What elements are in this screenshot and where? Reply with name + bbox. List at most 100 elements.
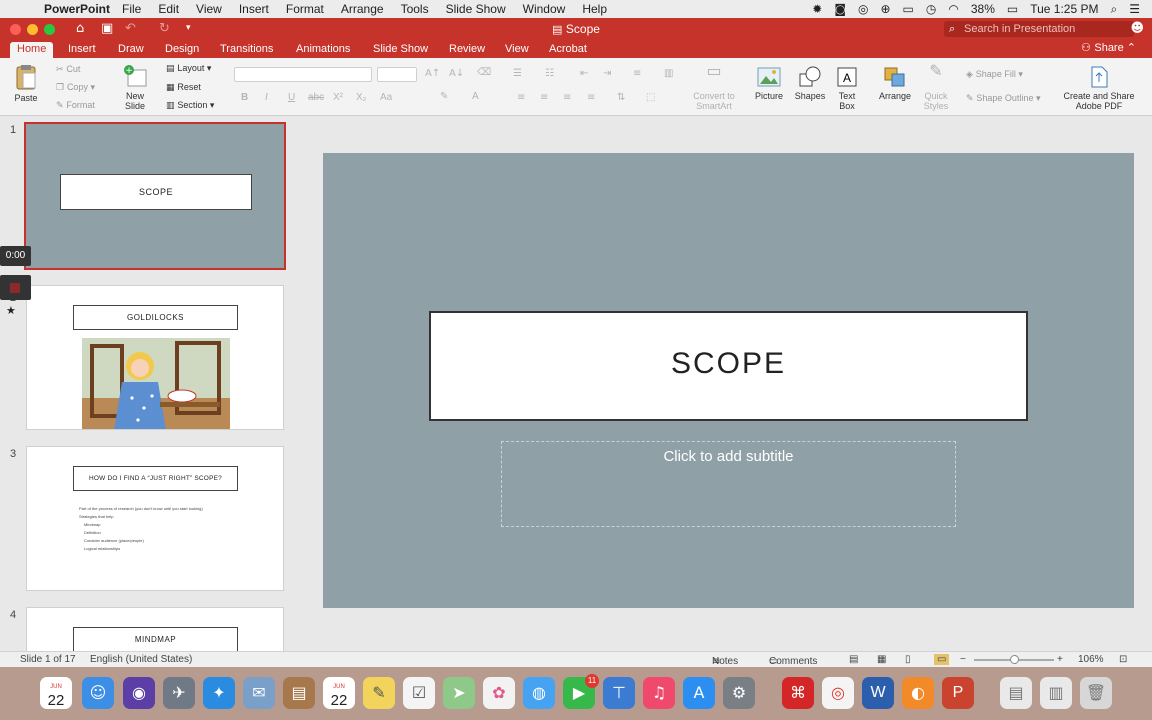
contacts-icon[interactable]: ▤ <box>283 677 315 709</box>
acrobat-icon[interactable]: ⌘ <box>782 677 814 709</box>
zoom-slider-thumb[interactable] <box>1010 655 1019 664</box>
arrange-button[interactable]: Arrange <box>875 66 915 101</box>
text-box-button[interactable]: A Text Box <box>831 66 863 111</box>
decrease-font-icon[interactable]: A↓ <box>449 68 464 79</box>
menu-file[interactable]: File <box>122 2 141 16</box>
thumbnail-slide-3[interactable]: HOW DO I FIND A “JUST RIGHT” SCOPE? Part… <box>26 446 284 591</box>
tab-slide-show[interactable]: Slide Show <box>366 42 435 58</box>
align-text-icon[interactable]: ⬚ <box>646 92 655 103</box>
copy-button[interactable]: ❐ Copy ▾ <box>56 82 95 93</box>
fit-to-window-icon[interactable]: ⊡ <box>1119 654 1127 665</box>
calendar-app-icon-2[interactable]: JUN 22 <box>323 677 355 709</box>
document-stack-icon[interactable]: ▤ <box>1000 677 1032 709</box>
cut-button[interactable]: ✂ Cut <box>56 64 80 75</box>
section-button[interactable]: ▥ Section ▾ <box>166 100 214 111</box>
sync-icon[interactable]: ⊕ <box>880 2 890 16</box>
tab-design[interactable]: Design <box>158 42 206 58</box>
picture-button[interactable]: Picture <box>751 66 787 101</box>
menu-format[interactable]: Format <box>286 2 324 16</box>
share-button[interactable]: ⚇ Share ⌃ <box>1081 41 1136 54</box>
notes-app-icon[interactable]: ✎ <box>363 677 395 709</box>
photos-icon[interactable]: ✿ <box>483 677 515 709</box>
tab-acrobat[interactable]: Acrobat <box>542 42 594 58</box>
thumbnail-slide-4[interactable]: MINDMAP <box>26 607 284 651</box>
align-right-icon[interactable]: ≡ <box>563 92 571 103</box>
system-preferences-icon[interactable]: ⚙ <box>723 677 755 709</box>
font-size-select[interactable] <box>377 67 417 82</box>
menu-window[interactable]: Window <box>523 2 566 16</box>
shape-fill-button[interactable]: ◈ Shape Fill ▾ <box>966 69 1023 80</box>
slide-thumbnail-pane[interactable]: 1 SCOPE 2 GOLDILOCKS 3 HOW DO I FIND A “… <box>0 116 303 651</box>
maps-icon[interactable]: ➤ <box>443 677 475 709</box>
music-icon[interactable]: ♫ <box>643 677 675 709</box>
shapes-button[interactable]: Shapes <box>792 66 828 101</box>
word-icon[interactable]: W <box>862 677 894 709</box>
collapse-ribbon-icon[interactable]: ⌃ <box>1127 41 1136 54</box>
s-app-icon[interactable]: ◙ <box>834 2 846 16</box>
thumbnail-slide-2[interactable]: GOLDILOCKS <box>26 285 284 430</box>
safari-icon[interactable]: ✦ <box>203 677 235 709</box>
font-name-select[interactable] <box>234 67 372 82</box>
slide-sorter-icon[interactable]: ▦ <box>877 654 886 665</box>
tab-home[interactable]: Home <box>10 42 54 58</box>
layout-button[interactable]: ▤ Layout ▾ <box>166 63 211 74</box>
highlight-icon[interactable]: ✎ <box>440 91 448 102</box>
italic-icon[interactable]: I <box>265 92 268 103</box>
decrease-indent-icon[interactable]: ⇤ <box>580 68 588 79</box>
time-machine-icon[interactable]: ◷ <box>926 2 936 16</box>
underline-icon[interactable]: U <box>288 92 295 103</box>
align-left-icon[interactable]: ≡ <box>517 92 525 103</box>
current-slide[interactable]: SCOPE Click to add subtitle <box>323 153 1134 608</box>
finder-icon[interactable]: ☺ <box>82 677 114 709</box>
increase-indent-icon[interactable]: ⇥ <box>603 68 611 79</box>
reading-view-icon[interactable]: ▯ <box>905 654 911 665</box>
justify-icon[interactable]: ≡ <box>587 92 595 103</box>
clock[interactable]: Tue 1:25 PM <box>1030 2 1098 16</box>
spotlight-search-icon[interactable]: ⌕ <box>1111 2 1118 17</box>
tab-review[interactable]: Review <box>442 42 492 58</box>
menu-edit[interactable]: Edit <box>158 2 179 16</box>
tab-insert[interactable]: Insert <box>61 42 103 58</box>
notification-center-icon[interactable]: ☰ <box>1129 2 1140 16</box>
wifi-icon[interactable]: ◠ <box>948 2 958 16</box>
numbering-icon[interactable]: ☷ <box>545 68 554 79</box>
creative-cloud-icon[interactable]: ◎ <box>858 2 868 16</box>
keynote-icon[interactable]: ⊤ <box>603 677 635 709</box>
zoom-in-button[interactable]: + <box>1057 654 1063 665</box>
menu-view[interactable]: View <box>196 2 222 16</box>
zoom-out-button[interactable]: − <box>960 654 966 665</box>
slide-show-view-icon[interactable]: ▭ <box>934 654 950 665</box>
thumbnail-slide-1[interactable]: SCOPE <box>24 122 286 270</box>
menu-arrange[interactable]: Arrange <box>341 2 384 16</box>
firefox-icon[interactable]: ◐ <box>902 677 934 709</box>
strikethrough-icon[interactable]: abc <box>308 92 324 103</box>
zoom-slider[interactable] <box>974 655 1054 664</box>
app-store-icon[interactable]: A <box>683 677 715 709</box>
chrome-icon[interactable]: ◎ <box>822 677 854 709</box>
battery-icon[interactable]: ▭ <box>1007 2 1018 16</box>
menu-slide-show[interactable]: Slide Show <box>446 2 506 16</box>
text-direction-icon[interactable]: ⇅ <box>617 92 625 103</box>
reset-button[interactable]: ▦ Reset <box>166 82 201 93</box>
gear-icon[interactable]: ✹ <box>812 2 822 16</box>
menu-insert[interactable]: Insert <box>239 2 269 16</box>
tab-view[interactable]: View <box>498 42 536 58</box>
battery-percent[interactable]: 38% <box>971 2 995 16</box>
reminders-icon[interactable]: ☑ <box>403 677 435 709</box>
align-center-icon[interactable]: ≡ <box>540 92 548 103</box>
search-input[interactable]: ⌕ Search in Presentation <box>944 21 1134 37</box>
create-share-pdf-button[interactable]: Create and Share Adobe PDF <box>1060 66 1138 111</box>
app-menu[interactable]: PowerPoint <box>44 2 110 16</box>
messages-icon[interactable]: ◍ <box>523 677 555 709</box>
account-icon[interactable]: ☻ <box>1130 21 1144 36</box>
mail-icon[interactable]: ✉ <box>243 677 275 709</box>
change-case-icon[interactable]: Aa <box>380 92 392 103</box>
menu-help[interactable]: Help <box>582 2 607 16</box>
bullets-icon[interactable]: ☰ <box>513 68 522 79</box>
tab-transitions[interactable]: Transitions <box>213 42 280 58</box>
tab-draw[interactable]: Draw <box>111 42 151 58</box>
zoom-level[interactable]: 106% <box>1078 654 1104 665</box>
siri-icon[interactable]: ◉ <box>123 677 155 709</box>
subtitle-placeholder[interactable]: Click to add subtitle <box>501 441 956 527</box>
menu-tools[interactable]: Tools <box>401 2 429 16</box>
